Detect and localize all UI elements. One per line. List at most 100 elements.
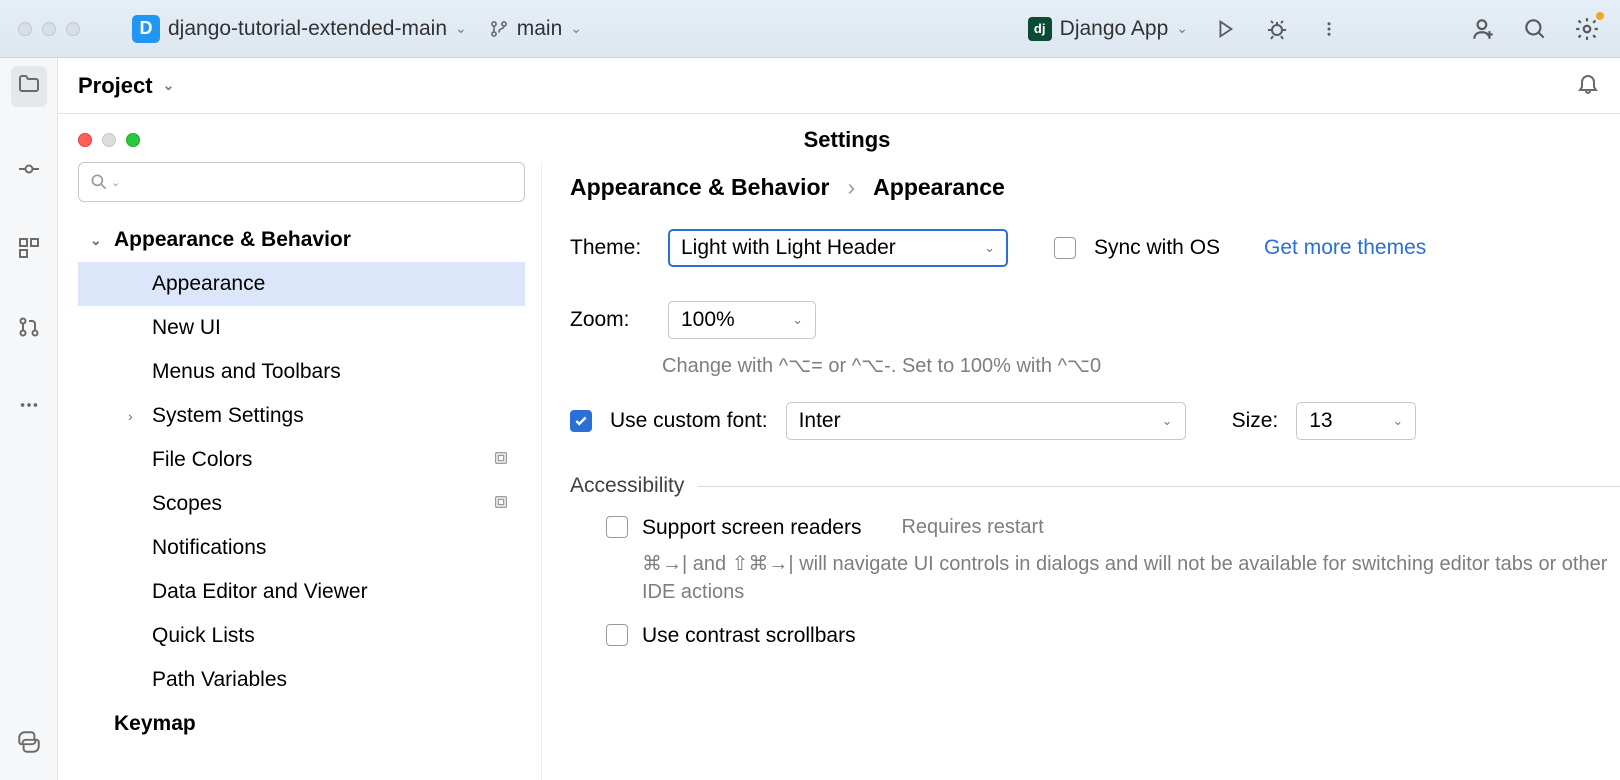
person-add-icon — [1470, 16, 1496, 42]
tree-node-scopes[interactable]: Scopes — [78, 482, 525, 526]
more-horizontal-icon — [18, 394, 40, 416]
theme-label: Theme: — [570, 236, 650, 260]
project-view-dropdown[interactable]: Project ⌄ — [78, 73, 174, 99]
branch-icon — [489, 19, 509, 39]
chevron-down-icon: ⌄ — [111, 176, 120, 189]
custom-font-checkbox[interactable] — [570, 410, 592, 432]
structure-tool-button[interactable] — [17, 236, 41, 265]
pull-request-icon — [17, 315, 41, 339]
chevron-down-icon: ⌄ — [984, 240, 995, 256]
settings-button[interactable] — [1572, 14, 1602, 44]
theme-value: Light with Light Header — [681, 236, 896, 260]
search-icon — [89, 172, 109, 192]
custom-font-label: Use custom font: — [610, 409, 768, 433]
tree-node-path-variables[interactable]: Path Variables — [78, 658, 525, 702]
play-icon — [1214, 18, 1236, 40]
tree-node-menus-toolbars[interactable]: Menus and Toolbars — [78, 350, 525, 394]
screen-readers-checkbox[interactable] — [606, 516, 628, 538]
tree-node-data-editor[interactable]: Data Editor and Viewer — [78, 570, 525, 614]
tree-node-quick-lists[interactable]: Quick Lists — [78, 614, 525, 658]
python-console-tool-button[interactable] — [16, 729, 42, 760]
project-scope-icon — [493, 448, 509, 472]
get-more-themes-link[interactable]: Get more themes — [1264, 236, 1426, 260]
chevron-right-icon: › — [847, 174, 855, 201]
tree-label: Keymap — [114, 712, 196, 736]
search-icon — [1522, 16, 1548, 42]
font-dropdown[interactable]: Inter ⌄ — [786, 402, 1186, 440]
project-scope-icon — [493, 492, 509, 516]
tree-node-appearance[interactable]: Appearance — [78, 262, 525, 306]
pull-requests-tool-button[interactable] — [17, 315, 41, 344]
project-selector[interactable]: D django-tutorial-extended-main ⌄ — [132, 15, 467, 43]
bell-icon — [1576, 71, 1600, 95]
django-icon: dj — [1028, 17, 1052, 41]
tree-label: Notifications — [152, 536, 266, 560]
settings-content: Appearance & Behavior › Appearance Theme… — [542, 162, 1620, 780]
project-tool-button[interactable] — [11, 66, 47, 107]
screen-readers-description: ⌘→| and ⇧⌘→| will navigate UI controls i… — [642, 550, 1620, 606]
dialog-minimize-button[interactable] — [102, 133, 116, 147]
chevron-down-icon: ⌄ — [455, 20, 467, 37]
window-max-dot[interactable] — [66, 22, 80, 36]
window-controls — [18, 22, 80, 36]
zoom-hint: Change with ^⌥= or ^⌥-. Set to 100% with… — [662, 353, 1620, 378]
contrast-scrollbars-label: Use contrast scrollbars — [642, 624, 856, 648]
zoom-label: Zoom: — [570, 308, 650, 332]
size-label: Size: — [1232, 409, 1279, 433]
notifications-button[interactable] — [1576, 71, 1600, 100]
chevron-down-icon: ⌄ — [163, 77, 175, 94]
dialog-title: Settings — [150, 127, 1544, 153]
folder-icon — [17, 72, 41, 96]
search-everywhere-button[interactable] — [1520, 14, 1550, 44]
dialog-close-button[interactable] — [78, 133, 92, 147]
python-icon — [16, 729, 42, 755]
code-with-me-button[interactable] — [1468, 14, 1498, 44]
tree-label: System Settings — [152, 404, 304, 428]
size-value: 13 — [1309, 409, 1332, 433]
run-button[interactable] — [1210, 14, 1240, 44]
breadcrumb-item: Appearance — [873, 174, 1005, 201]
tree-node-file-colors[interactable]: File Colors — [78, 438, 525, 482]
more-vertical-icon — [1320, 20, 1338, 38]
chevron-down-icon: ⌄ — [1176, 20, 1188, 37]
more-actions-button[interactable] — [1314, 14, 1344, 44]
tree-node-notifications[interactable]: Notifications — [78, 526, 525, 570]
font-size-dropdown[interactable]: 13 ⌄ — [1296, 402, 1416, 440]
tree-node-appearance-behavior[interactable]: ⌄ Appearance & Behavior — [78, 218, 525, 262]
main-toolbar: D django-tutorial-extended-main ⌄ main ⌄… — [0, 0, 1620, 58]
run-config-label: Django App — [1060, 17, 1169, 41]
divider — [698, 486, 1620, 487]
tree-node-keymap[interactable]: Keymap — [78, 702, 525, 746]
breadcrumb-item: Appearance & Behavior — [570, 174, 829, 201]
chevron-down-icon: ⌄ — [792, 312, 803, 328]
contrast-scrollbars-checkbox[interactable] — [606, 624, 628, 646]
zoom-dropdown[interactable]: 100% ⌄ — [668, 301, 816, 339]
project-view-label: Project — [78, 73, 153, 99]
vcs-branch-selector[interactable]: main ⌄ — [489, 17, 582, 41]
tree-label: Appearance & Behavior — [114, 228, 351, 252]
commit-tool-button[interactable] — [17, 157, 41, 186]
settings-search-field[interactable] — [120, 172, 514, 193]
window-close-dot[interactable] — [18, 22, 32, 36]
tree-label: Quick Lists — [152, 624, 255, 648]
window-min-dot[interactable] — [42, 22, 56, 36]
debug-button[interactable] — [1262, 14, 1292, 44]
tree-node-new-ui[interactable]: New UI — [78, 306, 525, 350]
project-name-label: django-tutorial-extended-main — [168, 17, 447, 41]
sync-os-checkbox[interactable] — [1054, 237, 1076, 259]
settings-search-input[interactable]: ⌄ — [78, 162, 525, 202]
gear-icon — [1574, 16, 1600, 42]
theme-dropdown[interactable]: Light with Light Header ⌄ — [668, 229, 1008, 267]
sync-os-label: Sync with OS — [1094, 236, 1220, 260]
tree-label: Path Variables — [152, 668, 287, 692]
chevron-down-icon: ⌄ — [570, 20, 582, 37]
settings-tree: ⌄ Appearance & Behavior Appearance New U… — [78, 218, 525, 746]
dialog-zoom-button[interactable] — [126, 133, 140, 147]
run-config-selector[interactable]: dj Django App ⌄ — [1028, 17, 1188, 41]
tree-node-system-settings[interactable]: › System Settings — [78, 394, 525, 438]
more-tools-button[interactable] — [18, 394, 40, 421]
chevron-down-icon: ⌄ — [1162, 413, 1173, 429]
section-label: Accessibility — [570, 474, 684, 498]
tree-label: Data Editor and Viewer — [152, 580, 368, 604]
chevron-down-icon: ⌄ — [90, 232, 104, 249]
